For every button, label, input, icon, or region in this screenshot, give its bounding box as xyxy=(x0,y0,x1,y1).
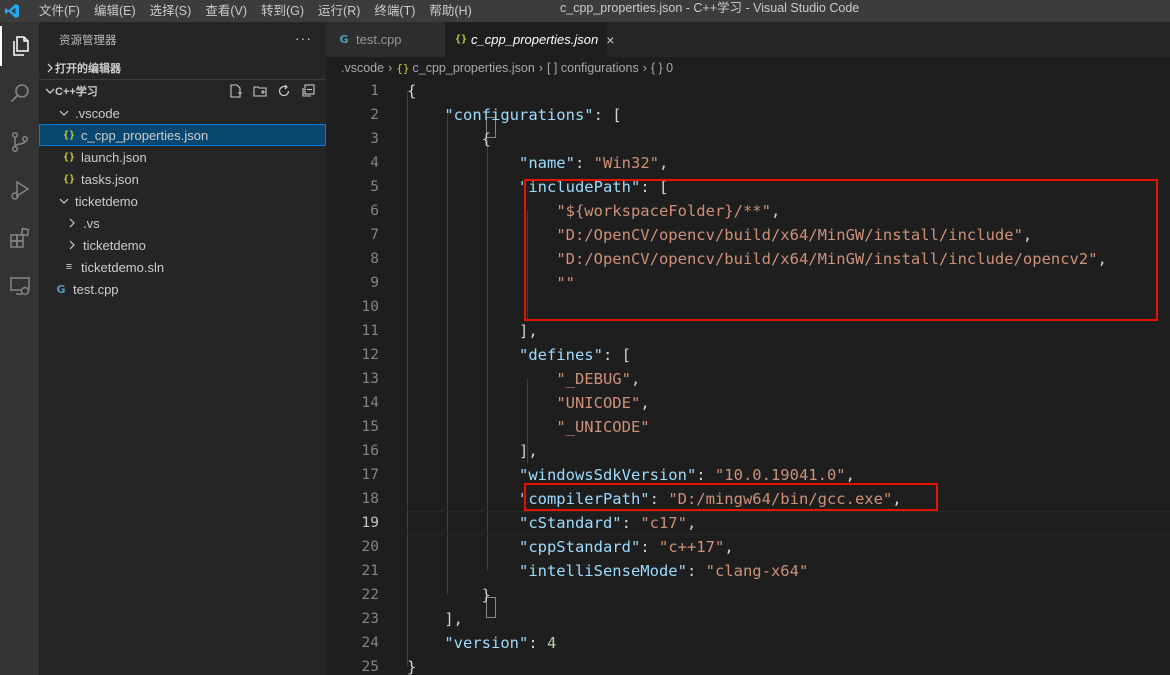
tab-c-cpp-properties[interactable]: {} c_cpp_properties.json × xyxy=(445,22,614,57)
chevron-down-icon xyxy=(57,196,71,206)
tree-folder-vs[interactable]: .vs xyxy=(39,212,326,234)
code-line-current: 19 "cStandard": "c17", xyxy=(361,514,697,532)
chevron-right-icon xyxy=(65,240,79,250)
vscode-logo-icon xyxy=(2,0,22,22)
explorer-sidebar: 资源管理器 ··· 打开的编辑器 C++学习 .vscode {} c_cpp_… xyxy=(39,22,326,675)
tree-item-label: launch.json xyxy=(81,149,147,165)
window-title: c_cpp_properties.json - C++学习 - Visual S… xyxy=(560,1,860,15)
more-actions-button[interactable]: ··· xyxy=(295,30,312,46)
explorer-icon[interactable] xyxy=(0,26,39,66)
code-line: 25} xyxy=(361,658,417,675)
tree-item-label: ticketdemo xyxy=(75,193,138,209)
run-debug-icon[interactable] xyxy=(0,170,39,210)
new-folder-icon[interactable] xyxy=(248,82,272,100)
tree-item-label: .vs xyxy=(83,215,100,231)
source-control-icon[interactable] xyxy=(0,122,39,162)
chevron-right-icon: › xyxy=(642,61,647,75)
code-line: 13 "_DEBUG", xyxy=(361,370,641,388)
json-file-icon: {} xyxy=(455,34,468,45)
menu-file[interactable]: 文件(F) xyxy=(32,0,87,22)
chevron-right-icon: › xyxy=(388,61,393,75)
code-editor[interactable]: 1{ 2 "configurations": [ 3 { 4 "name": "… xyxy=(326,79,1170,675)
explorer-actions xyxy=(224,82,320,100)
editor-area: G test.cpp {} c_cpp_properties.json × .v… xyxy=(326,22,1170,675)
tree-file-c-cpp-properties[interactable]: {} c_cpp_properties.json xyxy=(39,124,326,146)
collapse-all-icon[interactable] xyxy=(296,82,320,100)
annotation-box-include-path xyxy=(524,179,1158,321)
code-line: 2 "configurations": [ xyxy=(370,106,622,124)
code-line: 21 "intelliSenseMode": "clang-x64" xyxy=(361,562,809,580)
code-line: 15 "_UNICODE" xyxy=(361,418,650,436)
json-file-icon: {} xyxy=(396,61,410,75)
menu-go[interactable]: 转到(G) xyxy=(254,0,311,22)
json-file-icon: {} xyxy=(62,151,76,163)
tree-folder-ticketdemo[interactable]: ticketdemo xyxy=(39,190,326,212)
tab-label: test.cpp xyxy=(356,32,402,47)
tree-file-tasks[interactable]: {} tasks.json xyxy=(39,168,326,190)
tree-item-label: ticketdemo xyxy=(83,237,146,253)
menu-edit[interactable]: 编辑(E) xyxy=(87,0,143,22)
chevron-down-icon xyxy=(39,86,55,96)
cpp-file-icon: G xyxy=(56,282,66,296)
code-line: 23 ], xyxy=(361,610,463,628)
editor-tabs: G test.cpp {} c_cpp_properties.json × xyxy=(326,22,1170,57)
tree-folder-vscode[interactable]: .vscode xyxy=(39,102,326,124)
close-tab-icon[interactable]: × xyxy=(606,32,614,48)
breadcrumb-configurations[interactable]: [ ] configurations xyxy=(547,61,639,75)
new-file-icon[interactable] xyxy=(224,82,248,100)
code-line: 11 ], xyxy=(361,322,538,340)
tree-item-label: .vscode xyxy=(75,105,120,121)
sidebar-header: 资源管理器 ··· xyxy=(39,22,326,57)
tree-item-label: tasks.json xyxy=(81,171,139,187)
breadcrumb-vscode[interactable]: .vscode xyxy=(341,61,384,75)
tree-file-ticketdemo-sln[interactable]: ≡ ticketdemo.sln xyxy=(39,256,326,278)
breadcrumb: .vscode › {} c_cpp_properties.json › [ ]… xyxy=(326,57,1170,79)
json-file-icon: {} xyxy=(62,173,76,185)
title-bar: 文件(F) 编辑(E) 选择(S) 查看(V) 转到(G) 运行(R) 终端(T… xyxy=(0,0,1170,22)
code-line: 1{ xyxy=(370,82,417,100)
code-line: 3 { xyxy=(370,130,491,148)
json-file-icon: {} xyxy=(62,129,76,141)
sidebar-title: 资源管理器 xyxy=(59,34,117,47)
code-line: 12 "defines": [ xyxy=(361,346,631,364)
code-line: 14 "UNICODE", xyxy=(361,394,650,412)
tree-item-label: ticketdemo.sln xyxy=(81,259,165,275)
chevron-right-icon xyxy=(65,218,79,228)
chevron-down-icon xyxy=(57,108,71,118)
chevron-right-icon: › xyxy=(538,61,543,75)
breadcrumb-index[interactable]: { } 0 xyxy=(651,61,673,75)
open-editors-section[interactable]: 打开的编辑器 xyxy=(39,57,326,79)
code-line: 16 ], xyxy=(361,442,538,460)
tree-file-launch[interactable]: {} launch.json xyxy=(39,146,326,168)
chevron-right-icon xyxy=(39,63,55,73)
code-line: 24 "version": 4 xyxy=(361,634,557,652)
tab-test-cpp[interactable]: G test.cpp xyxy=(326,22,445,57)
breadcrumb-file[interactable]: c_cpp_properties.json xyxy=(413,61,535,75)
tree-item-label: c_cpp_properties.json xyxy=(81,127,209,143)
cpp-file-icon: G xyxy=(339,33,349,46)
tree-folder-ticketdemo-inner[interactable]: ticketdemo xyxy=(39,234,326,256)
workspace-label: C++学习 xyxy=(55,86,98,98)
tab-label: c_cpp_properties.json xyxy=(471,32,599,47)
menu-view[interactable]: 查看(V) xyxy=(198,0,254,22)
annotation-box-compiler-path xyxy=(524,483,938,511)
code-line: 4 "name": "Win32", xyxy=(370,154,669,172)
menu-help[interactable]: 帮助(H) xyxy=(422,0,478,22)
remote-explorer-icon[interactable] xyxy=(0,266,39,306)
tree-file-test-cpp[interactable]: G test.cpp xyxy=(39,278,326,300)
tree-item-label: test.cpp xyxy=(73,281,119,297)
search-icon[interactable] xyxy=(0,74,39,114)
workspace-section[interactable]: C++学习 xyxy=(39,80,326,102)
solution-file-icon: ≡ xyxy=(65,261,73,273)
code-line: 22 } xyxy=(361,586,491,604)
menu-selection[interactable]: 选择(S) xyxy=(143,0,199,22)
menu-bar: 文件(F) 编辑(E) 选择(S) 查看(V) 转到(G) 运行(R) 终端(T… xyxy=(32,0,479,22)
menu-terminal[interactable]: 终端(T) xyxy=(367,0,422,22)
open-editors-label: 打开的编辑器 xyxy=(55,63,121,75)
extensions-icon[interactable] xyxy=(0,218,39,258)
menu-run[interactable]: 运行(R) xyxy=(311,0,367,22)
code-line: 20 "cppStandard": "c++17", xyxy=(361,538,734,556)
refresh-icon[interactable] xyxy=(272,82,296,100)
activity-bar xyxy=(0,22,39,675)
